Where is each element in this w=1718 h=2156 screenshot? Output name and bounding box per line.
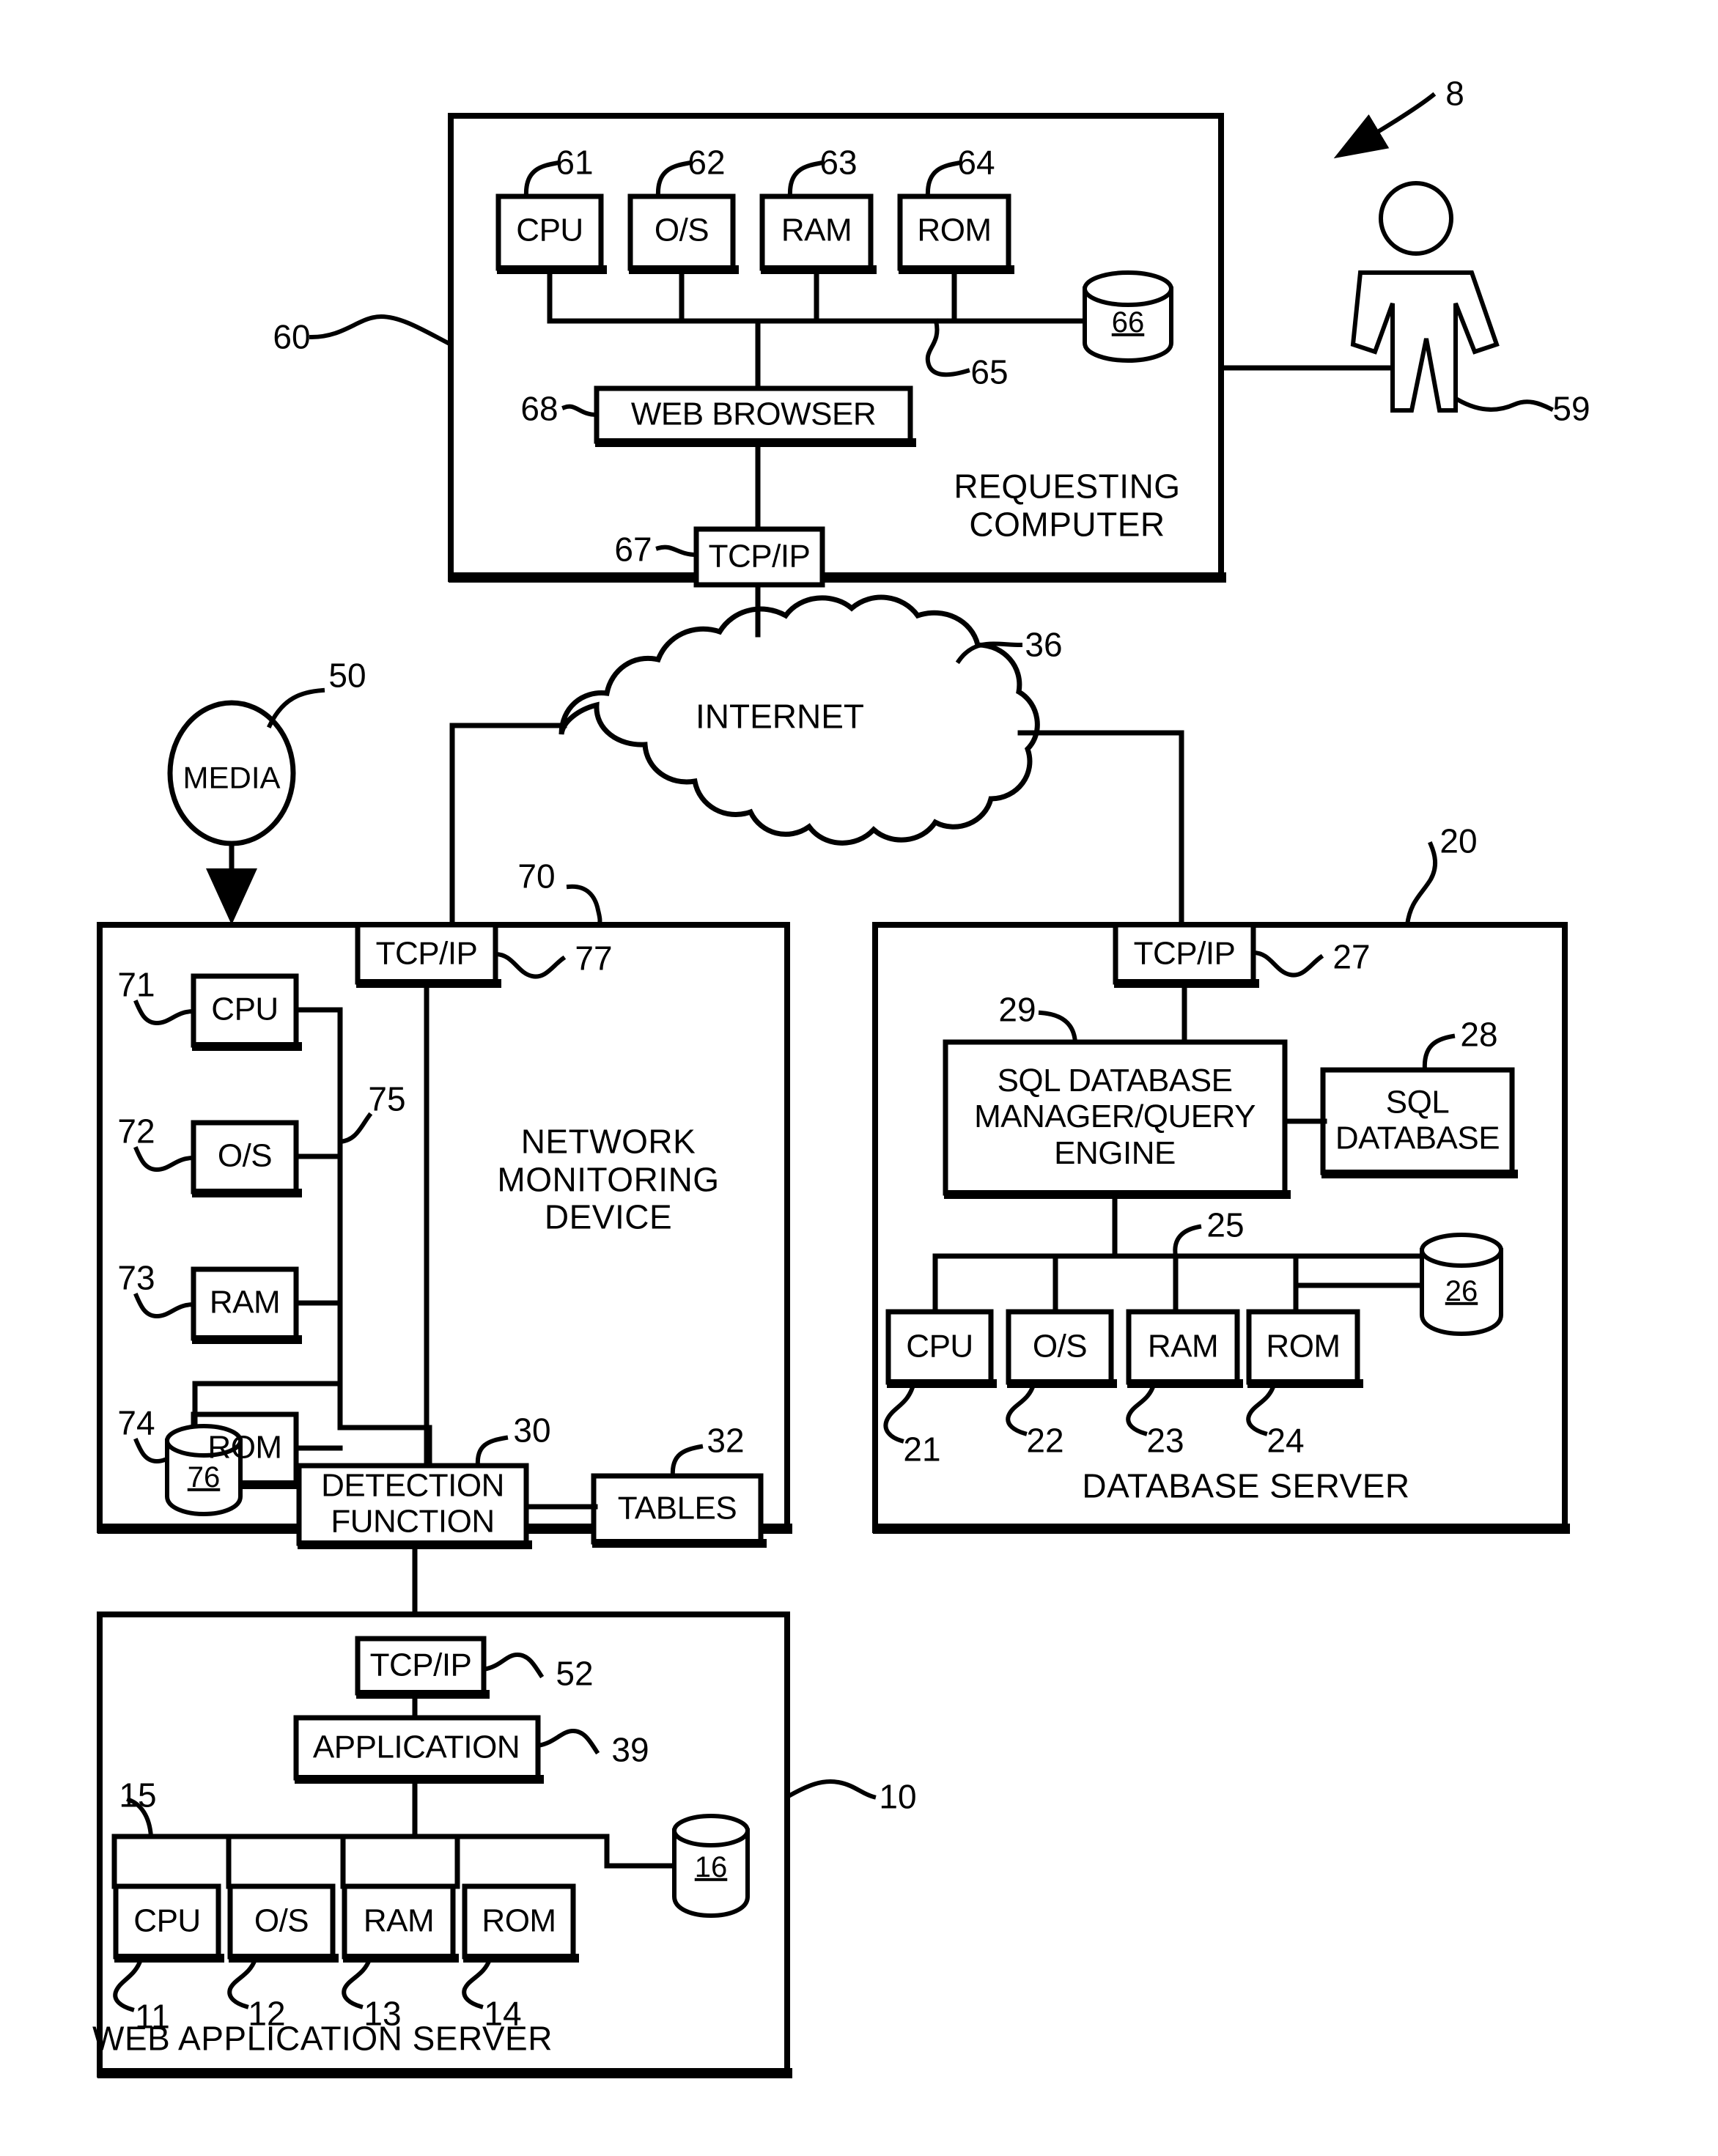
- db-storage-cylinder: [1420, 1233, 1503, 1337]
- nmd-ref-leader: [566, 884, 602, 928]
- webapp-component-boxes: [113, 1883, 579, 1963]
- webapp-ref-leader: [784, 1779, 877, 1801]
- rc-storage-cylinder: [1083, 270, 1173, 363]
- db-ref-leader: [1404, 841, 1437, 928]
- nmd-detection-box: [296, 1463, 532, 1549]
- diagram-vector-layer: [97, 92, 1570, 2078]
- webapp-storage-cylinder: [672, 1814, 750, 1919]
- media-ref-leader: [267, 687, 325, 728]
- user-figure: [1350, 181, 1555, 413]
- rc-tcpip-box: [693, 526, 825, 588]
- nmd-tcpip-box: [355, 922, 501, 988]
- internet-cloud: [558, 594, 1040, 846]
- rc-ref-leader: [309, 314, 454, 348]
- media-node: [167, 700, 296, 925]
- figure-ref-arrow: [1333, 92, 1437, 159]
- dbserver-box: [872, 922, 1570, 1534]
- patent-figure-diagram: 8 61 62 63 64 CPU O/S RAM ROM 65 66 68 W…: [0, 0, 1718, 2156]
- db-sql-manager-box: [943, 1039, 1291, 1199]
- nmd-storage-cylinder: [165, 1424, 243, 1517]
